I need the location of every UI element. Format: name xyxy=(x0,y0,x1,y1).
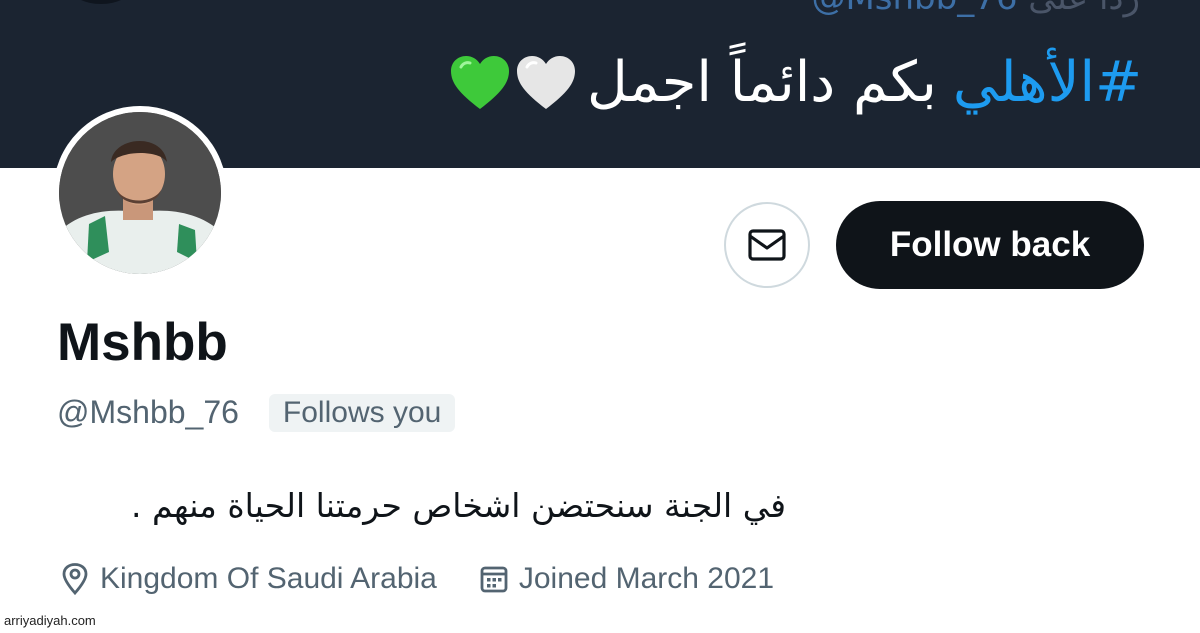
follow-back-button[interactable]: Follow back xyxy=(836,201,1144,289)
envelope-icon xyxy=(748,229,786,261)
reply-prefix: ردا على xyxy=(1028,0,1140,18)
tweet-text: #الأهلي بكم دائماً اجمل xyxy=(449,50,1142,115)
profile-meta: Kingdom Of Saudi Arabia Joined March 202… xyxy=(60,562,774,596)
handle-line: @Mshbb_76 Follows you xyxy=(57,392,456,432)
follows-you-badge: Follows you xyxy=(268,394,456,432)
display-name: Mshbb xyxy=(57,313,228,372)
heart-emojis xyxy=(449,55,577,111)
location-pin-icon xyxy=(62,563,88,595)
tweet-body: بكم دائماً اجمل xyxy=(586,50,937,115)
white-heart-icon xyxy=(516,55,575,109)
location-text: Kingdom Of Saudi Arabia xyxy=(100,562,437,595)
avatar-person-icon xyxy=(59,112,221,274)
joined-text: Joined March 2021 xyxy=(518,562,775,595)
bio: في الجنة سنحتضن اشخاص حرمتنا الحياة منهم… xyxy=(131,486,786,525)
avatar-photo xyxy=(59,112,221,274)
reply-handle[interactable]: @Mshbb_76 xyxy=(811,0,1017,18)
watermark: arriyadiyah.com xyxy=(4,613,96,628)
reply-to-line: @Mshbb_76 ردا على xyxy=(811,0,1140,18)
joined-item: Joined March 2021 xyxy=(479,562,774,596)
location-item: Kingdom Of Saudi Arabia xyxy=(60,562,437,596)
green-heart-icon xyxy=(450,55,509,109)
avatar[interactable] xyxy=(53,106,227,280)
tweet-hashtag[interactable]: #الأهلي xyxy=(953,50,1142,115)
banner-avatar-fragment xyxy=(70,0,132,4)
username: @Mshbb_76 xyxy=(57,393,239,430)
message-button[interactable] xyxy=(724,202,810,288)
calendar-icon xyxy=(480,566,508,593)
